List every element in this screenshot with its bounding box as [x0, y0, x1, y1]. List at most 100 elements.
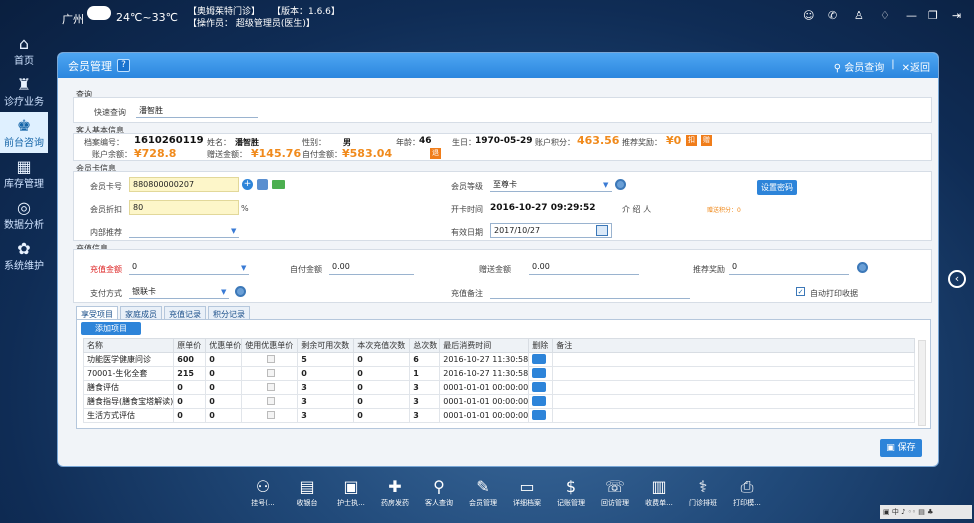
sidebar-item-home[interactable]: ⌂ 首页 — [0, 30, 48, 71]
city-label: 广州 — [62, 13, 84, 26]
referral-select[interactable] — [129, 223, 239, 238]
sidebar-item-system[interactable]: ✿ 系统维护 — [0, 235, 48, 276]
dock-label: 详细档案 — [513, 499, 541, 507]
table-row[interactable]: 功能医学健康问诊 600 0 5 0 6 2016-10-27 11:30:58 — [83, 352, 915, 367]
exit-icon[interactable]: ⇥ — [952, 9, 961, 22]
gift-amount-input[interactable]: 0.00 — [529, 260, 639, 275]
skin-icon[interactable]: ♢ — [880, 9, 890, 22]
use-discount-checkbox-cell[interactable] — [241, 352, 299, 367]
dock-item[interactable]: ⚇ 挂号(... — [245, 476, 281, 521]
sidebar-item-treatment[interactable]: ♜ 诊疗业务 — [0, 71, 48, 112]
self-pay-input[interactable]: 0.00 — [329, 260, 414, 275]
member-search-link[interactable]: ⚲ 会员查询 — [834, 59, 885, 74]
self-pay-value: ¥583.04 — [342, 147, 393, 160]
quick-search-input[interactable]: 潘智胜 — [136, 103, 258, 118]
dock-label: 收银台 — [296, 499, 318, 507]
table-row[interactable]: 生活方式评估 0 0 3 0 3 0001-01-01 00:00:00 — [83, 408, 915, 423]
table-header-cell: 优惠单价 — [205, 338, 243, 353]
minimize-icon[interactable]: — — [906, 9, 917, 22]
card-no-input[interactable]: 880800000207 — [129, 177, 239, 192]
set-password-button[interactable]: 设置密码 — [757, 180, 797, 195]
table-cell: 2016-10-27 11:30:58 — [439, 366, 530, 381]
sidebar-item-label: 系统维护 — [4, 260, 44, 272]
gear-icon[interactable] — [615, 179, 626, 190]
back-link[interactable]: ✕返回 — [902, 59, 930, 74]
user-icon[interactable]: ♙ — [854, 9, 864, 22]
table-cell: 3 — [297, 380, 355, 395]
calendar-icon[interactable] — [596, 225, 608, 236]
table-row[interactable]: 70001-生化全套 215 0 0 0 1 2016-10-27 11:30:58 — [83, 366, 915, 381]
vertical-scrollbar[interactable] — [918, 340, 926, 426]
gift-button[interactable]: 赠 — [701, 135, 712, 146]
dock-item[interactable]: ⚕ 门诊排班 — [685, 476, 721, 521]
discount-input[interactable]: 80 — [129, 200, 239, 215]
refund-button[interactable]: 退 — [430, 148, 441, 159]
restore-icon[interactable]: ❐ — [928, 9, 938, 22]
use-discount-checkbox-cell[interactable] — [241, 394, 299, 409]
sidebar: ⌂ 首页 ♜ 诊疗业务 ♚ 前台咨询 ▦ 库存管理 ◎ 数据分析 ✿ 系统维护 — [0, 30, 48, 330]
points-value: 463.56 — [577, 134, 620, 147]
add-card-icon[interactable]: + — [242, 179, 253, 190]
receptionist-icon: ♚ — [16, 115, 32, 135]
level-select[interactable]: 至尊卡 — [490, 177, 612, 192]
use-discount-checkbox[interactable] — [267, 396, 276, 405]
dock-item[interactable]: ▣ 护士执... — [333, 476, 369, 521]
card-reader-icon[interactable] — [272, 180, 285, 189]
table-cell: 2016-10-27 11:30:58 — [439, 352, 530, 367]
sidebar-item-front-desk[interactable]: ♚ 前台咨询 — [0, 112, 48, 153]
gear-icon[interactable] — [235, 286, 246, 297]
dock-item[interactable]: ☏ 回访管理 — [597, 476, 633, 521]
expire-date-input[interactable]: 2017/10/27 — [490, 223, 612, 238]
use-discount-checkbox[interactable] — [267, 354, 276, 363]
file-no-value: 1610260119 — [134, 135, 204, 146]
expand-arrow-icon[interactable]: ‹ — [948, 270, 966, 288]
help-icon[interactable]: ? — [117, 59, 130, 72]
use-discount-checkbox-cell[interactable] — [241, 380, 299, 395]
note-cell[interactable] — [552, 394, 915, 409]
pay-method-select[interactable]: 银联卡 — [129, 284, 229, 299]
use-discount-checkbox[interactable] — [267, 368, 276, 377]
sidebar-item-analytics[interactable]: ◎ 数据分析 — [0, 194, 48, 235]
delete-card-icon[interactable] — [257, 179, 268, 190]
add-item-button[interactable]: 添加项目 — [81, 322, 141, 335]
gear-icon[interactable] — [857, 262, 868, 273]
use-discount-checkbox[interactable] — [267, 382, 276, 391]
delete-cell — [528, 408, 554, 423]
recharge-note-input[interactable] — [490, 284, 690, 299]
auto-print-label: 自动打印收据 — [810, 289, 858, 298]
reward-input[interactable]: 0 — [729, 260, 849, 275]
use-discount-checkbox-cell[interactable] — [241, 408, 299, 423]
use-discount-checkbox[interactable] — [267, 410, 276, 419]
note-cell[interactable] — [552, 366, 915, 381]
dock-item[interactable]: ✚ 药房发药 — [377, 476, 413, 521]
chat-icon[interactable]: ☺ — [803, 9, 814, 22]
note-cell[interactable] — [552, 380, 915, 395]
sidebar-item-label: 诊疗业务 — [4, 96, 44, 108]
dock-item[interactable]: ▭ 详细档案 — [509, 476, 545, 521]
trash-icon[interactable] — [532, 353, 547, 364]
recharge-amount-input[interactable]: 0 — [129, 260, 249, 275]
gender-label: 性别： — [302, 138, 326, 147]
auto-print-checkbox[interactable]: ✓ — [796, 287, 805, 296]
dock-item[interactable]: ⎙ 打印模... — [729, 476, 765, 521]
save-button[interactable]: ▣ 保存 — [880, 439, 922, 457]
table-row[interactable]: 膳食评估 0 0 3 0 3 0001-01-01 00:00:00 — [83, 380, 915, 395]
deduct-button[interactable]: 扣 — [686, 135, 697, 146]
note-cell[interactable] — [552, 352, 915, 367]
trash-icon[interactable] — [532, 381, 547, 392]
dock-item[interactable]: ▤ 收银台 — [289, 476, 325, 521]
note-cell[interactable] — [552, 408, 915, 423]
sidebar-item-inventory[interactable]: ▦ 库存管理 — [0, 153, 48, 194]
recharge-section: 充值金额 0 ▼ 自付金额 0.00 赠送金额 0.00 推荐奖励 0 支付方式… — [73, 249, 932, 303]
reward-label: 推荐奖励 — [693, 265, 725, 274]
table-row[interactable]: 膳食指导(膳食宝塔解读) 0 0 3 0 3 0001-01-01 00:00:00 — [83, 394, 915, 409]
phone-icon[interactable]: ✆ — [828, 9, 837, 22]
use-discount-checkbox-cell[interactable] — [241, 366, 299, 381]
dock-item[interactable]: ✎ 会员管理 — [465, 476, 501, 521]
trash-icon[interactable] — [532, 395, 547, 406]
dock-item[interactable]: $ 记账管理 — [553, 476, 589, 521]
trash-icon[interactable] — [532, 409, 547, 420]
dock-item[interactable]: ⚲ 客人查询 — [421, 476, 457, 521]
dock-item[interactable]: ▥ 收费单... — [641, 476, 677, 521]
trash-icon[interactable] — [532, 367, 547, 378]
